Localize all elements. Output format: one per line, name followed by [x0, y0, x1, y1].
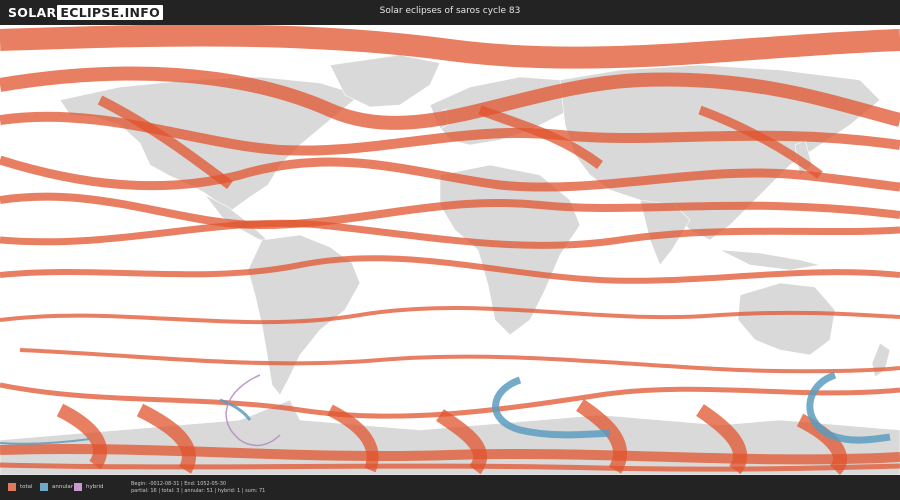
- total-path: [0, 219, 900, 249]
- legend-swatch-hybrid: [74, 483, 82, 491]
- legend-swatch-total: [8, 483, 16, 491]
- saros-info: Begin: -0012-08-31 | End: 1052-05-30 par…: [131, 481, 265, 495]
- land-indonesia: [719, 249, 821, 271]
- legend-label-annular: annular: [52, 484, 73, 490]
- saros-info-dates: Begin: -0012-08-31 | End: 1052-05-30: [131, 481, 227, 487]
- header-bar: SOLAR ECLIPSE.INFO Solar eclipses of sar…: [0, 0, 900, 25]
- legend-label-total: total: [20, 484, 33, 490]
- eclipse-paths-map: [0, 25, 900, 475]
- land-australia: [737, 282, 836, 356]
- legend-total: total: [8, 483, 33, 491]
- page-title: Solar eclipses of saros cycle 83: [379, 6, 521, 16]
- land-asia: [559, 64, 881, 241]
- legend-swatch-annular: [40, 483, 48, 491]
- world-map: [0, 25, 900, 475]
- legend-annular: annular: [40, 483, 73, 491]
- total-path: [0, 382, 900, 419]
- legend-label-hybrid: hybrid: [86, 484, 104, 490]
- land-new-zealand: [871, 342, 891, 378]
- saros-info-counts: partial: 16 | total: 3 | annular: 51 | h…: [131, 488, 266, 494]
- footer-bar: total annular hybrid Begin: -0012-08-31 …: [0, 475, 900, 500]
- total-path: [19, 348, 900, 374]
- total-path: [0, 25, 900, 69]
- legend-hybrid: hybrid: [74, 483, 104, 491]
